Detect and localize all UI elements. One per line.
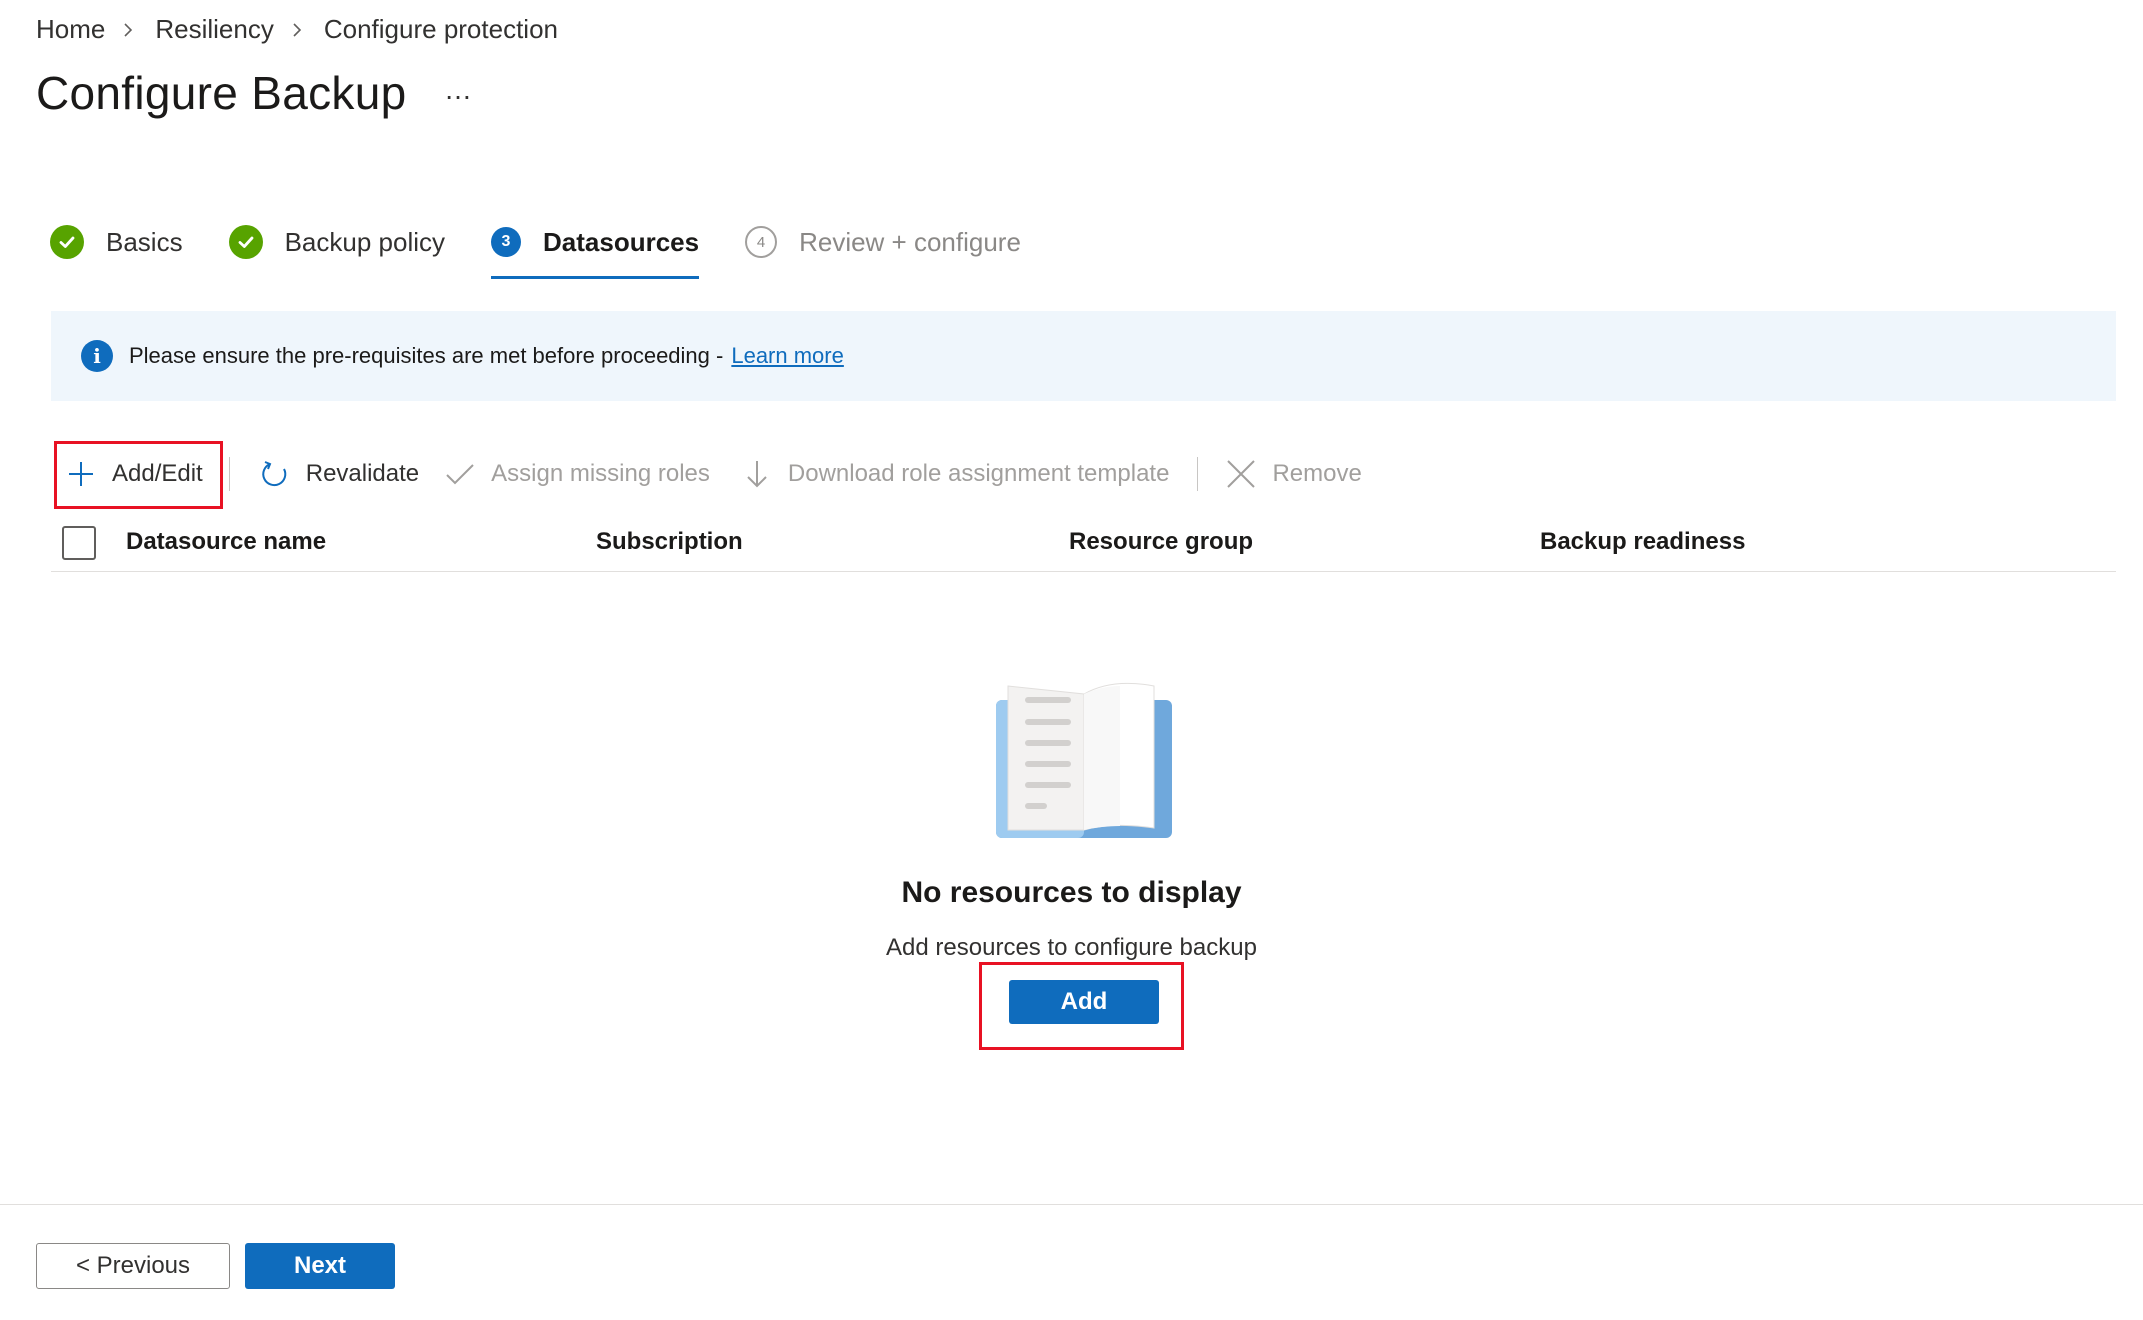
refresh-icon xyxy=(260,459,290,489)
chevron-right-icon xyxy=(292,22,302,38)
remove-button[interactable]: Remove xyxy=(1226,444,1362,504)
breadcrumb-resiliency[interactable]: Resiliency xyxy=(155,14,274,45)
select-all-checkbox[interactable] xyxy=(62,526,96,560)
wizard-steps: Basics Backup policy 3 Datasources 4 Rev… xyxy=(50,222,1067,279)
check-icon xyxy=(445,459,475,489)
toolbar-divider xyxy=(1197,457,1199,491)
check-circle-icon xyxy=(228,225,263,259)
column-subscription[interactable]: Subscription xyxy=(596,528,743,556)
add-button[interactable]: Add xyxy=(1009,980,1159,1024)
previous-button[interactable]: < Previous xyxy=(36,1243,230,1289)
remove-label: Remove xyxy=(1272,460,1362,487)
step-number-badge: 3 xyxy=(491,227,521,257)
datasource-table-header: Datasource name Subscription Resource gr… xyxy=(51,514,2116,572)
learn-more-link[interactable]: Learn more xyxy=(731,343,844,369)
info-banner: i Please ensure the pre-requisites are m… xyxy=(51,311,2116,401)
command-bar: Add/Edit Revalidate Assign missing roles… xyxy=(56,444,1362,504)
page-title: Configure Backup xyxy=(36,67,407,119)
footer-divider xyxy=(0,1204,2143,1205)
download-template-label: Download role assignment template xyxy=(787,460,1170,487)
add-edit-label: Add/Edit xyxy=(112,460,203,487)
more-options-button[interactable]: … xyxy=(444,74,474,106)
empty-state-title: No resources to display xyxy=(901,876,1242,909)
check-circle-icon xyxy=(50,225,84,259)
plus-icon xyxy=(66,459,96,489)
add-edit-button[interactable]: Add/Edit xyxy=(56,444,203,504)
download-icon xyxy=(742,459,772,489)
step-label: Datasources xyxy=(543,226,700,257)
empty-state-subtitle: Add resources to configure backup xyxy=(886,934,1257,961)
revalidate-button[interactable]: Revalidate xyxy=(260,444,419,504)
column-datasource-name[interactable]: Datasource name xyxy=(126,528,326,556)
assign-missing-roles-label: Assign missing roles xyxy=(491,460,710,487)
breadcrumb-home[interactable]: Home xyxy=(36,14,105,45)
step-label: Basics xyxy=(106,226,183,257)
tab-review-configure[interactable]: 4 Review + configure xyxy=(745,222,1021,262)
close-icon xyxy=(1226,459,1256,489)
banner-message: Please ensure the pre-requisites are met… xyxy=(129,343,724,368)
step-label: Backup policy xyxy=(284,226,445,257)
next-button[interactable]: Next xyxy=(245,1243,395,1289)
step-label: Review + configure xyxy=(799,226,1021,257)
revalidate-label: Revalidate xyxy=(305,460,420,487)
download-template-button[interactable]: Download role assignment template xyxy=(742,444,1170,504)
toolbar-divider xyxy=(228,457,230,491)
column-resource-group[interactable]: Resource group xyxy=(1069,528,1253,556)
breadcrumb: Home Resiliency Configure protection xyxy=(36,14,558,45)
open-book-icon xyxy=(994,680,1174,840)
step-number-badge: 4 xyxy=(745,226,778,258)
tab-basics[interactable]: Basics xyxy=(50,222,183,262)
tab-backup-policy[interactable]: Backup policy xyxy=(228,222,445,262)
tab-datasources[interactable]: 3 Datasources xyxy=(491,222,700,279)
assign-missing-roles-button[interactable]: Assign missing roles xyxy=(445,444,710,504)
info-icon: i xyxy=(81,340,113,372)
column-backup-readiness[interactable]: Backup readiness xyxy=(1540,528,1745,556)
chevron-right-icon xyxy=(123,22,133,38)
breadcrumb-configure-protection[interactable]: Configure protection xyxy=(324,14,558,45)
